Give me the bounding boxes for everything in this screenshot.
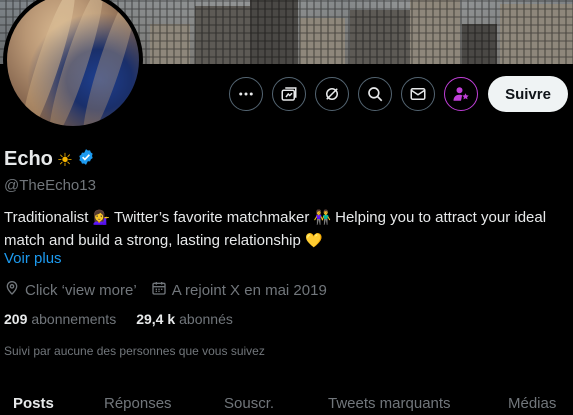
joined-text: A rejoint X en mai 2019 [171, 281, 327, 299]
follow-button[interactable]: Suivre [488, 76, 568, 112]
location-text: Click ‘view more’ [25, 281, 137, 299]
tab-subscriptions[interactable]: Souscr. [224, 395, 274, 412]
followers-label: abonnés [179, 311, 233, 327]
sun-icon: ☀ [56, 149, 74, 170]
yellow-heart-emoji: 💛 [305, 232, 323, 248]
tab-media[interactable]: Médias [508, 395, 556, 412]
tab-replies[interactable]: Réponses [104, 395, 172, 412]
tab-posts[interactable]: Posts [13, 395, 54, 412]
bio-text-1: Traditionalist [4, 209, 93, 226]
subscribe-icon[interactable] [272, 77, 306, 111]
verified-badge-icon[interactable] [77, 148, 95, 171]
location-item: Click ‘view more’ [4, 280, 137, 300]
profile-actions: Suivre [229, 76, 568, 112]
following-link[interactable]: 209 abonnements [4, 311, 116, 327]
see-more-link[interactable]: Voir plus [4, 250, 62, 267]
profile-meta: Click ‘view more’ A rejoint X en mai 201… [4, 280, 341, 300]
handle: @TheEcho13 [4, 177, 96, 194]
profile-tabs: Posts Réponses Souscr. Tweets marquants … [0, 385, 573, 415]
couple-emoji: 👫 [313, 209, 331, 225]
follow-stats: 209 abonnements 29,4 k abonnés [4, 311, 233, 327]
search-icon[interactable] [358, 77, 392, 111]
following-count: 209 [4, 311, 28, 327]
following-label: abonnements [31, 311, 117, 327]
display-name: Echo [4, 148, 53, 170]
display-name-row: Echo ☀ [4, 148, 95, 171]
tab-highlights[interactable]: Tweets marquants [328, 395, 451, 412]
calendar-icon [151, 280, 167, 300]
followers-count: 29,4 k [136, 311, 176, 327]
bio-text-2: Twitter’s favorite matchmaker [110, 209, 314, 226]
person-star-icon[interactable] [444, 77, 478, 111]
message-icon[interactable] [401, 77, 435, 111]
location-icon [4, 280, 20, 300]
woman-tipping-hand-emoji: 💁‍♀️ [92, 209, 111, 225]
followers-link[interactable]: 29,4 k abonnés [136, 311, 233, 327]
joined-item: A rejoint X en mai 2019 [151, 280, 327, 300]
avatar[interactable] [3, 0, 143, 130]
grok-icon[interactable] [315, 77, 349, 111]
more-icon[interactable] [229, 77, 263, 111]
bio: Traditionalist 💁‍♀️ Twitter’s favorite m… [4, 206, 564, 252]
followed-by-text: Suivi par aucune des personnes que vous … [4, 344, 265, 358]
